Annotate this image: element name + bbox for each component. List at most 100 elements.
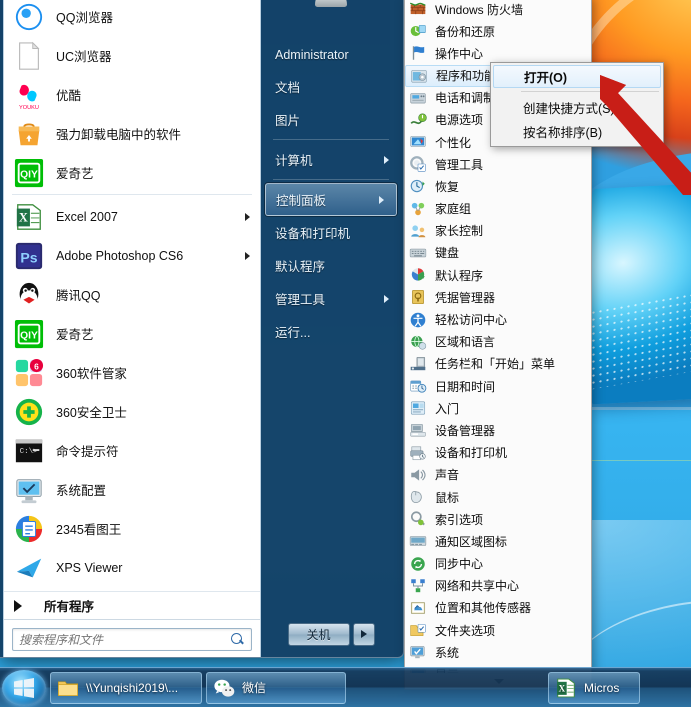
right-panel-item[interactable]: 默认程序	[261, 249, 401, 282]
search-icon[interactable]	[230, 632, 245, 647]
search-container	[4, 619, 260, 657]
program-list-item[interactable]: UC浏览器	[4, 36, 260, 75]
program-list-item[interactable]: 腾讯QQ	[4, 275, 260, 314]
control-panel-item[interactable]: 设备管理器	[405, 419, 591, 441]
taskbar-button[interactable]: 微信	[206, 671, 346, 704]
program-list-item[interactable]: XPS Viewer	[4, 548, 260, 587]
control-panel-item-label: 声音	[435, 468, 460, 483]
program-list-item[interactable]: 360安全卫士	[4, 392, 260, 431]
folder-options-icon	[409, 621, 427, 639]
control-panel-item[interactable]: 鼠标	[405, 486, 591, 508]
all-programs-button[interactable]: 所有程序	[4, 591, 260, 619]
program-list-item[interactable]: 系统配置	[4, 470, 260, 509]
program-list-item-label: QQ浏览器	[56, 11, 113, 25]
program-list-item-label: Adobe Photoshop CS6	[56, 248, 184, 263]
right-panel-item[interactable]: 控制面板	[265, 183, 397, 216]
control-panel-item[interactable]: 默认程序	[405, 264, 591, 286]
svg-text:X: X	[559, 683, 566, 693]
control-panel-item-label: 设备和打印机	[435, 446, 508, 461]
program-list-item[interactable]: iQIYI 爱奇艺	[4, 153, 260, 192]
control-panel-item[interactable]: 系统	[405, 641, 591, 663]
keyboard-icon	[409, 244, 427, 262]
control-panel-item-label: Windows 防火墙	[435, 2, 524, 17]
search-box[interactable]	[12, 628, 252, 651]
taskbar-button-label: \\Yunqishi2019\...	[86, 680, 179, 695]
control-panel-item[interactable]: 网络和共享中心	[405, 575, 591, 597]
taskbar-button[interactable]: X Micros	[548, 671, 640, 704]
right-panel-item[interactable]: 运行...	[261, 315, 401, 348]
control-panel-item[interactable]: 家庭组	[405, 198, 591, 220]
search-input[interactable]	[19, 632, 230, 647]
program-list-item[interactable]: 2345看图王	[4, 509, 260, 548]
control-panel-item-label: 操作中心	[435, 46, 484, 61]
system-icon	[409, 643, 427, 661]
context-menu-item-sort-by-name[interactable]: 按名称排序(B)	[493, 119, 661, 143]
control-panel-item[interactable]: 位置和其他传感器	[405, 597, 591, 619]
control-panel-item[interactable]: 任务栏和「开始」菜单	[405, 353, 591, 375]
tencent-qq-icon	[14, 280, 44, 310]
start-menu-left-column: QQ浏览器 UC浏览器 YOUKU 优酷 强力卸载电脑中的软件 iQIYI 爱奇艺 X Exce…	[3, 0, 261, 657]
taskbar-button[interactable]: \\Yunqishi2019\...	[50, 671, 202, 704]
control-panel-item[interactable]: 文件夹选项	[405, 619, 591, 641]
right-panel-item[interactable]: 图片	[261, 103, 401, 136]
program-list-item[interactable]: QQ浏览器	[4, 0, 260, 36]
program-list-item[interactable]: C:\> 命令提示符	[4, 431, 260, 470]
programs-features-icon	[410, 67, 428, 85]
svg-text:iQIYI: iQIYI	[17, 169, 41, 180]
context-menu-item-open[interactable]: 打开(O)	[493, 65, 661, 88]
control-panel-item-label: 系统	[435, 645, 460, 660]
username-label: Administrator	[275, 48, 349, 62]
program-list-separator	[12, 194, 252, 195]
control-panel-item[interactable]: 通知区域图标	[405, 530, 591, 552]
program-list-item[interactable]: 强力卸载电脑中的软件	[4, 114, 260, 153]
taskbar-button-group: \\Yunqishi2019\... 微信 X Micros	[50, 671, 640, 704]
control-panel-item[interactable]: 轻松访问中心	[405, 308, 591, 330]
control-panel-item[interactable]: 管理工具	[405, 153, 591, 175]
right-panel-item[interactable]: 文档	[261, 70, 401, 103]
iqiyi-icon: iQIYI	[14, 158, 44, 188]
program-list-item[interactable]: YOUKU 优酷	[4, 75, 260, 114]
control-panel-item[interactable]: 恢复	[405, 175, 591, 197]
system-config-icon	[14, 475, 44, 505]
taskbar-startmenu-icon	[409, 355, 427, 373]
program-list-item[interactable]: X Excel 2007	[4, 197, 260, 236]
control-panel-item[interactable]: 家长控制	[405, 220, 591, 242]
taskbar-button-label: Micros	[584, 680, 620, 695]
control-panel-item[interactable]: 声音	[405, 464, 591, 486]
all-programs-label: 所有程序	[44, 600, 95, 614]
program-list-item[interactable]: iQIYI 爱奇艺	[4, 314, 260, 353]
control-panel-item[interactable]: 设备和打印机	[405, 442, 591, 464]
context-menu-item-create-shortcut[interactable]: 创建快捷方式(S)	[493, 95, 661, 119]
program-list-item[interactable]: 6 360软件管家	[4, 353, 260, 392]
control-panel-item[interactable]: Windows 防火墙	[405, 0, 591, 20]
right-panel-item-label: 控制面板	[276, 194, 327, 208]
control-panel-item[interactable]: 键盘	[405, 242, 591, 264]
submenu-arrow-icon	[245, 251, 250, 260]
control-panel-item[interactable]: 凭据管理器	[405, 286, 591, 308]
program-list-item[interactable]: Ps Adobe Photoshop CS6	[4, 236, 260, 275]
program-list-item-label: 360安全卫士	[56, 406, 127, 420]
shutdown-button[interactable]: 关机	[287, 622, 350, 646]
control-panel-item[interactable]: 索引选项	[405, 508, 591, 530]
control-panel-item-label: 电话和调制	[435, 91, 496, 106]
shutdown-options-button[interactable]	[352, 622, 375, 646]
right-panel-item-label: 设备和打印机	[275, 227, 351, 241]
submenu-arrow-icon	[245, 212, 250, 221]
control-panel-item[interactable]: 同步中心	[405, 553, 591, 575]
control-panel-item[interactable]: 日期和时间	[405, 375, 591, 397]
start-button[interactable]	[2, 669, 46, 706]
backup-restore-icon	[409, 22, 427, 40]
control-panel-item[interactable]: 区域和语言	[405, 331, 591, 353]
right-panel-item[interactable]: 管理工具	[261, 282, 401, 315]
network-sharing-icon	[409, 577, 427, 595]
right-panel-item[interactable]: 计算机	[261, 143, 401, 176]
submenu-arrow-icon	[384, 155, 389, 164]
user-avatar[interactable]	[300, 0, 362, 16]
control-panel-item[interactable]: 备份和还原	[405, 20, 591, 42]
device-manager-icon	[409, 421, 427, 439]
notification-area-icon	[409, 532, 427, 550]
program-list-item-label: 360软件管家	[56, 367, 127, 381]
control-panel-item[interactable]: 入门	[405, 397, 591, 419]
right-panel-item-label: 计算机	[275, 154, 313, 168]
right-panel-item[interactable]: 设备和打印机	[261, 216, 401, 249]
